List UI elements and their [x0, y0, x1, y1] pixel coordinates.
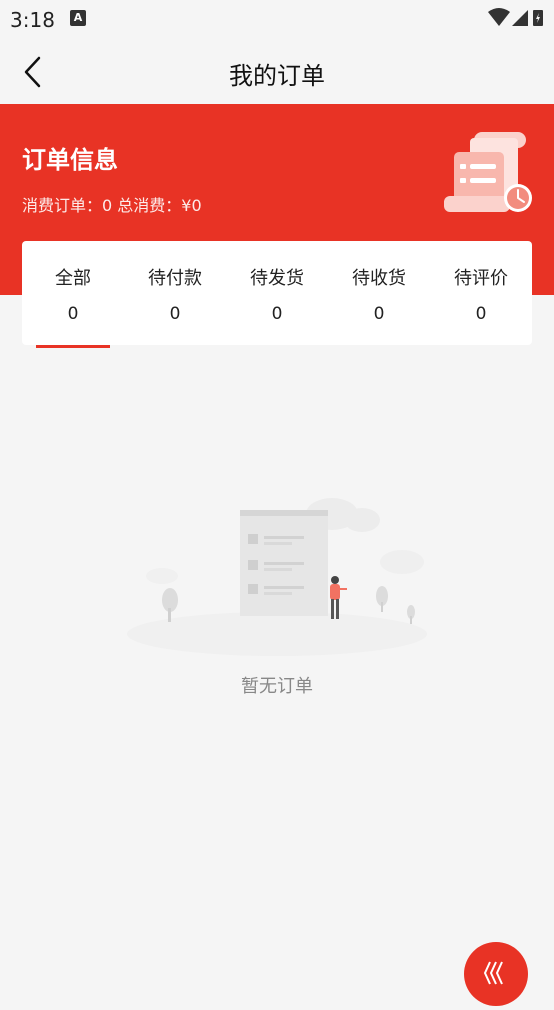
tab-count: 0: [475, 304, 487, 324]
order-tabs: 全部 0 待付款 0 待发货 0 待收货 0 待评价 0: [22, 241, 532, 348]
page-title: 我的订单: [229, 62, 325, 90]
signal-icon: [512, 10, 528, 26]
tab-label: 待发货: [250, 268, 304, 289]
tab-label: 全部: [55, 268, 91, 289]
tab-label: 待付款: [148, 268, 202, 289]
tab-label: 待评价: [454, 268, 508, 289]
wifi-icon: [488, 8, 510, 26]
status-icons: [488, 8, 543, 26]
tab-pending-receipt[interactable]: 待收货 0: [328, 241, 430, 345]
tab-pending-review[interactable]: 待评价 0: [430, 241, 532, 345]
tab-pending-shipment[interactable]: 待发货 0: [226, 241, 328, 345]
empty-state-text: 暂无订单: [241, 676, 313, 697]
tab-all[interactable]: 全部 0: [22, 241, 124, 345]
tab-count: 0: [67, 304, 79, 324]
wave-lines-icon: [483, 961, 503, 985]
tab-count: 0: [169, 304, 181, 324]
tab-label: 待收货: [352, 268, 406, 289]
order-info-stats: 消费订单：0 总消费：¥0: [22, 196, 202, 215]
nav-bar: 我的订单: [0, 38, 554, 104]
tab-count: 0: [373, 304, 385, 324]
status-time: 3:18: [10, 8, 55, 32]
tab-pending-payment[interactable]: 待付款 0: [124, 241, 226, 345]
tab-count: 0: [271, 304, 283, 324]
active-tab-indicator: [36, 345, 110, 348]
empty-orders-illustration: [127, 498, 427, 656]
receipt-clock-icon: [444, 132, 532, 212]
notification-icon: A: [70, 10, 86, 26]
floating-menu-button[interactable]: [464, 942, 528, 1006]
status-bar: 3:18 A: [0, 0, 554, 38]
order-info-title: 订单信息: [22, 146, 118, 174]
